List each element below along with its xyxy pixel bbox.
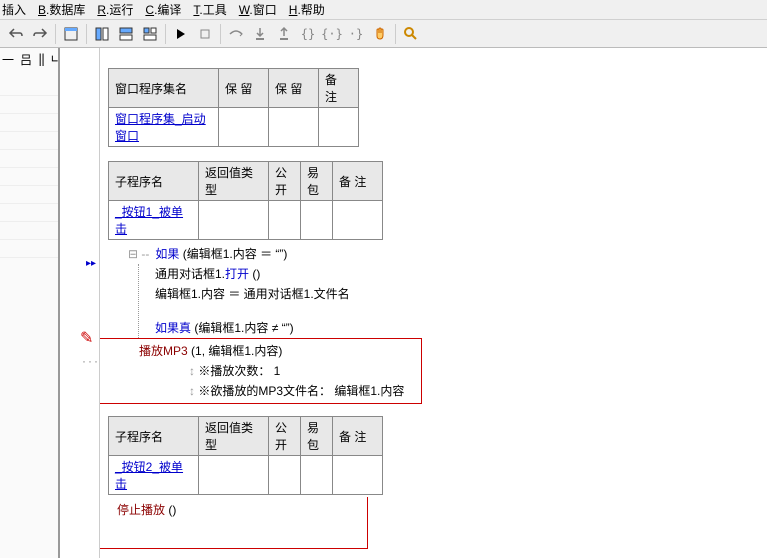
dots-marker-icon: ···: [82, 354, 100, 368]
stop-icon[interactable]: [194, 23, 216, 45]
layout2-icon[interactable]: [115, 23, 137, 45]
play-icon[interactable]: [170, 23, 192, 45]
layout1-icon[interactable]: [91, 23, 113, 45]
col-reserved1: 保 留: [219, 69, 269, 108]
menu-window[interactable]: W.窗口: [239, 1, 277, 18]
col-sub-name: 子程序名: [109, 417, 199, 456]
toolbar-separator: [220, 24, 221, 44]
col-easypkg: 易包: [301, 417, 333, 456]
col-assembly-name: 窗口程序集名: [109, 69, 219, 108]
brace-left-icon[interactable]: {}: [297, 23, 319, 45]
assembly-table: 窗口程序集名 保 留 保 留 备 注 窗口程序集_启动窗口: [108, 68, 359, 147]
highlighted-block-2: 停止播放 (): [100, 497, 368, 549]
sub2-name-cell[interactable]: _按钮2_被单击: [109, 456, 199, 495]
col-remark: 备 注: [333, 162, 383, 201]
tree-row[interactable]: [0, 150, 58, 168]
col-return-type: 返回值类型: [199, 417, 269, 456]
toolbar-separator: [55, 24, 56, 44]
left-tab[interactable]: 吕: [20, 51, 32, 68]
pencil-marker-icon: ✎: [80, 328, 93, 348]
left-tab[interactable]: ∟: [51, 52, 58, 66]
code-gutter: ▸▸ ✎ ···: [60, 48, 100, 558]
tree-row[interactable]: [0, 114, 58, 132]
menu-tools[interactable]: T.工具: [193, 1, 226, 18]
menu-run[interactable]: R.运行: [97, 1, 133, 18]
toolbar-separator: [395, 24, 396, 44]
brace-right-icon[interactable]: ·}: [345, 23, 367, 45]
toolbar-separator: [165, 24, 166, 44]
subroutine2-table: 子程序名 返回值类型 公开 易包 备 注 _按钮2_被单击: [108, 416, 383, 495]
menu-compile[interactable]: C.编译: [145, 1, 181, 18]
col-remark: 备 注: [319, 69, 359, 108]
step-over-icon[interactable]: [225, 23, 247, 45]
toolbar-separator: [86, 24, 87, 44]
main-area: 一 吕 ‖ ∟ ▸▸ ✎ ··· 窗口程序集名 保 留: [0, 48, 767, 558]
form-view-icon[interactable]: [60, 23, 82, 45]
left-panel: 一 吕 ‖ ∟: [0, 48, 60, 558]
tree-row[interactable]: [0, 168, 58, 186]
menubar: 插入 B.数据库 R.运行 C.编译 T.工具 W.窗口 H.帮助: [0, 0, 767, 20]
left-tab[interactable]: ‖: [38, 52, 45, 66]
left-tree: [0, 70, 58, 258]
step-out-icon[interactable]: [273, 23, 295, 45]
tree-row[interactable]: [0, 78, 58, 96]
col-remark: 备 注: [333, 417, 383, 456]
toolbar: {} {·} ·}: [0, 20, 767, 48]
highlighted-block: 播放MP3 (1, 编辑框1.内容) ↕ ※播放次数： 1 ↕ ※欲播放的MP3…: [100, 338, 422, 404]
sub1-name-cell[interactable]: _按钮1_被单击: [109, 201, 199, 240]
current-line-marker-icon: ▸▸: [86, 258, 96, 269]
left-tab[interactable]: 一: [2, 51, 14, 68]
undo-icon[interactable]: [5, 23, 27, 45]
menu-database[interactable]: B.数据库: [38, 1, 85, 18]
col-public: 公开: [269, 162, 301, 201]
subroutine1-table: 子程序名 返回值类型 公开 易包 备 注 _按钮1_被单击: [108, 161, 383, 240]
code-block-1[interactable]: ⊟ -- 如果 (编辑框1.内容 ＝ “”) 通用对话框1.打开 () 编辑框1…: [128, 244, 759, 404]
tree-row[interactable]: [0, 240, 58, 258]
layout3-icon[interactable]: [139, 23, 161, 45]
col-sub-name: 子程序名: [109, 162, 199, 201]
hand-icon[interactable]: [369, 23, 391, 45]
tree-row[interactable]: [0, 132, 58, 150]
tree-row[interactable]: [0, 96, 58, 114]
col-easypkg: 易包: [301, 162, 333, 201]
tree-row[interactable]: [0, 204, 58, 222]
col-public: 公开: [269, 417, 301, 456]
sub2-group: 子程序名 返回值类型 公开 易包 备 注 _按钮2_被单击 停止播放 (): [108, 416, 759, 549]
col-reserved2: 保 留: [269, 69, 319, 108]
tree-row[interactable]: [0, 222, 58, 240]
brace-step-icon[interactable]: {·}: [321, 23, 343, 45]
menu-insert[interactable]: 插入: [2, 1, 26, 18]
left-panel-tabs[interactable]: 一 吕 ‖ ∟: [0, 48, 58, 70]
tree-row[interactable]: [0, 186, 58, 204]
code-area[interactable]: 窗口程序集名 保 留 保 留 备 注 窗口程序集_启动窗口 子程序名 返回值类型…: [100, 48, 767, 558]
menu-help[interactable]: H.帮助: [289, 1, 325, 18]
find-icon[interactable]: [400, 23, 422, 45]
step-into-icon[interactable]: [249, 23, 271, 45]
col-return-type: 返回值类型: [199, 162, 269, 201]
redo-icon[interactable]: [29, 23, 51, 45]
assembly-name-cell[interactable]: 窗口程序集_启动窗口: [109, 108, 219, 147]
